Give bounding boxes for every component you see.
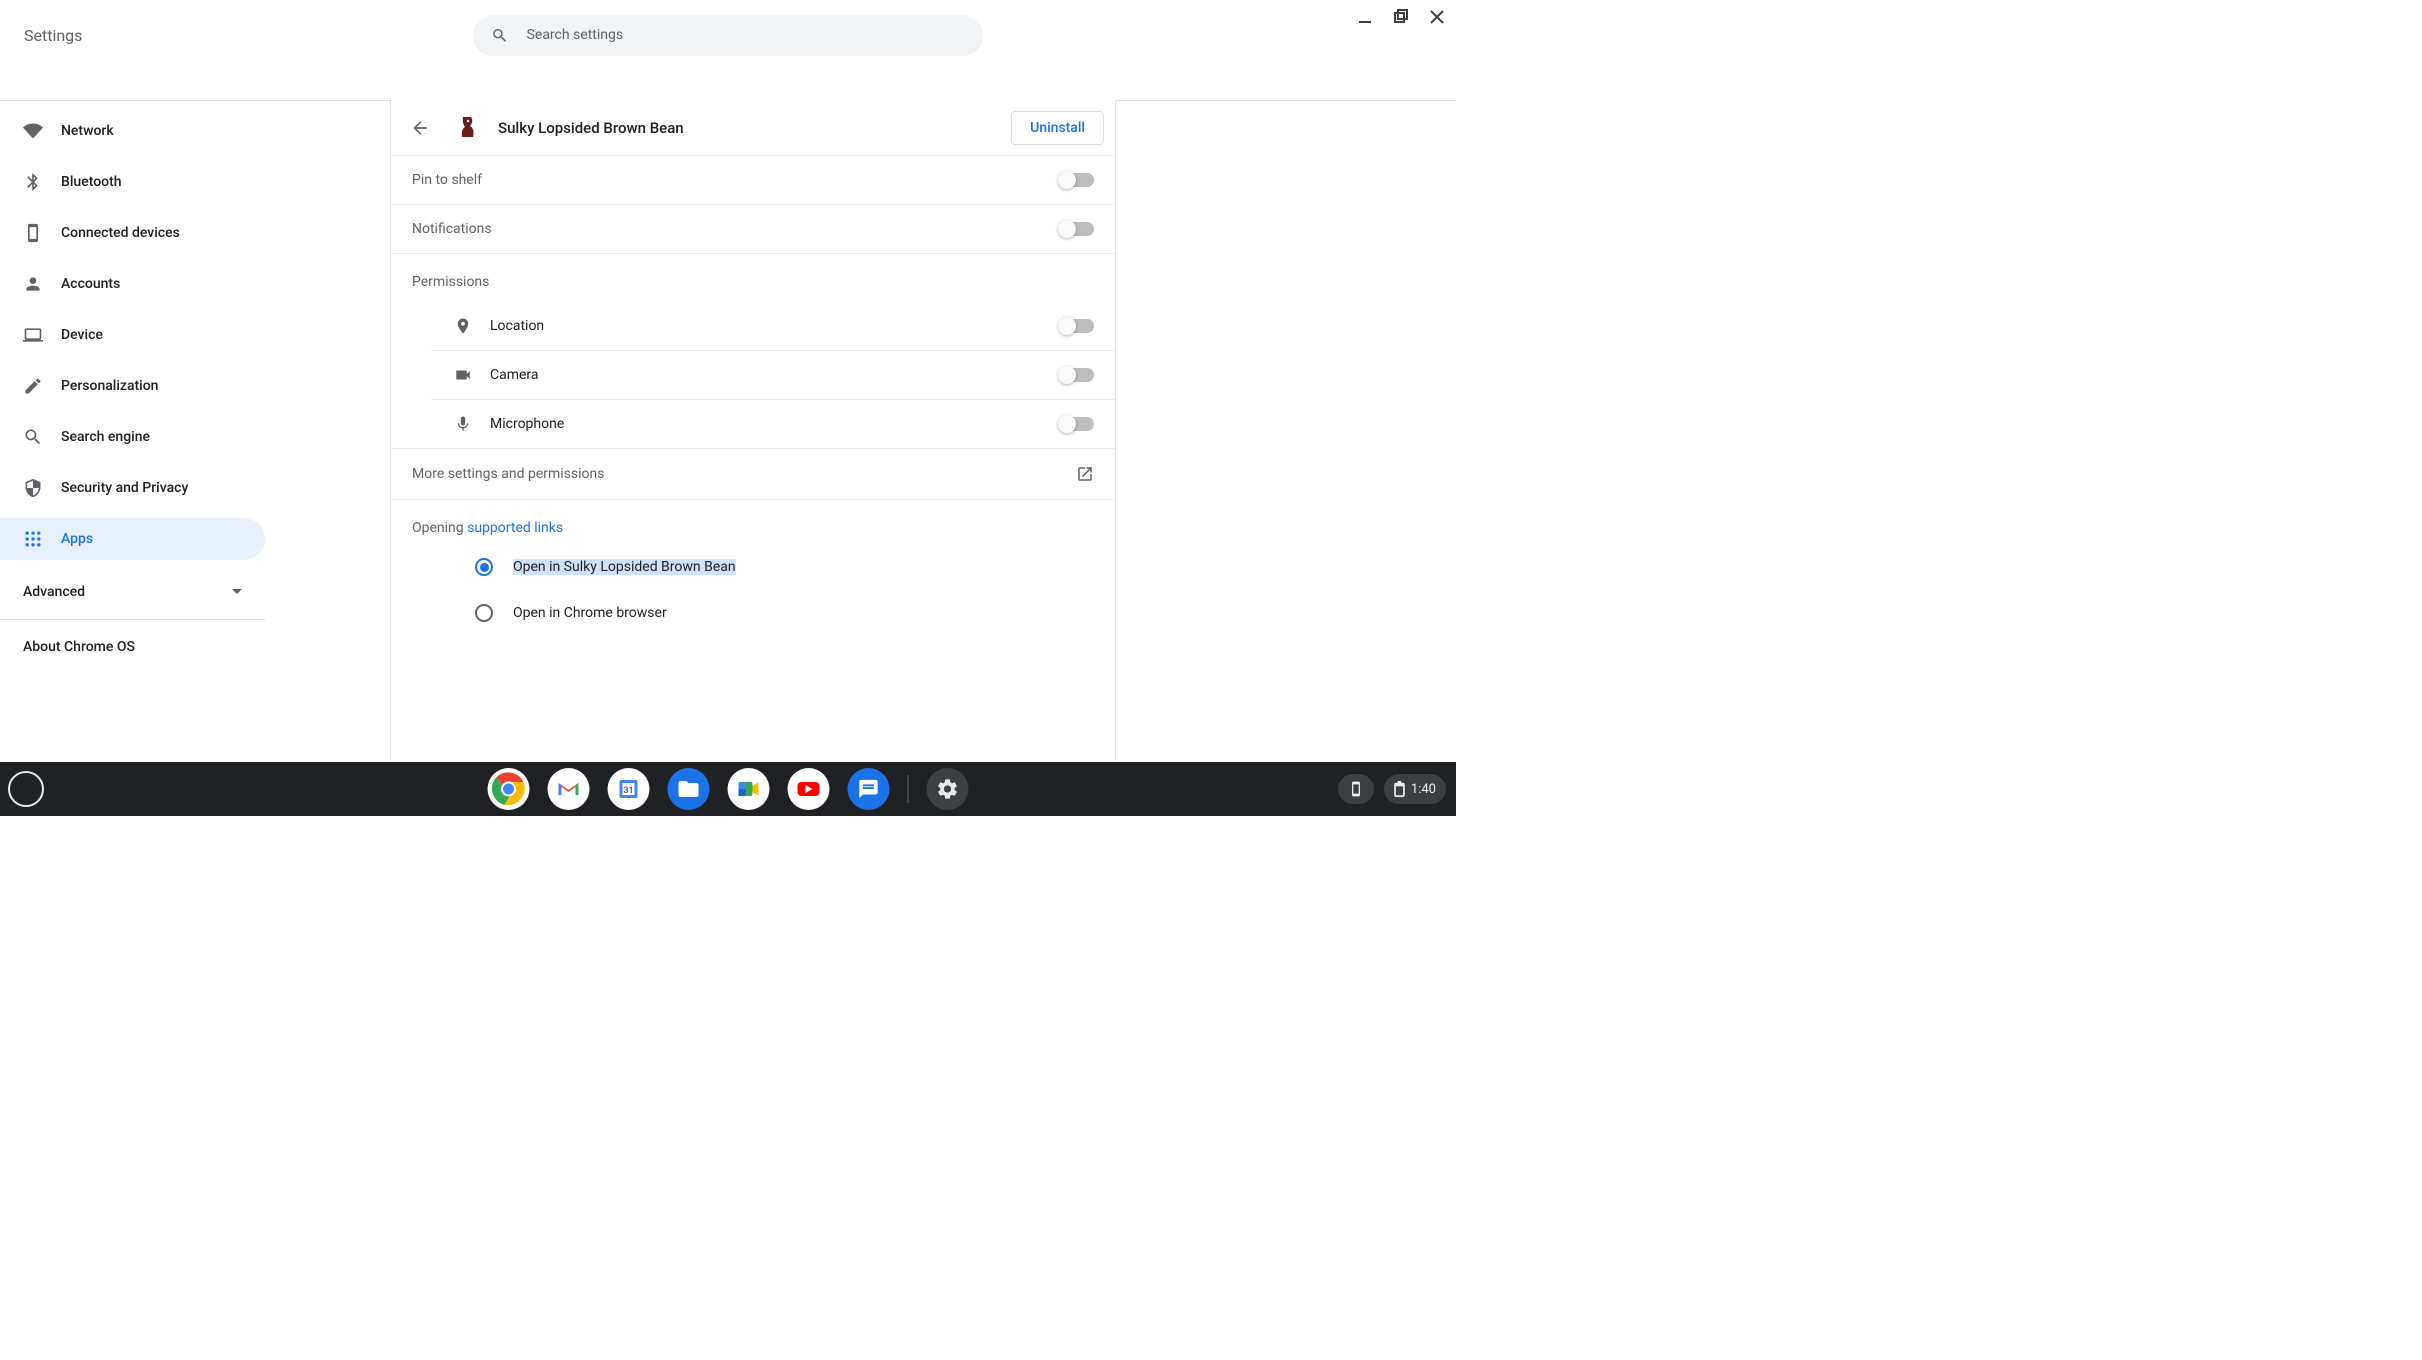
- tray-phone[interactable]: [1338, 774, 1374, 804]
- search-icon: [491, 26, 509, 45]
- open-external-icon: [1076, 465, 1094, 483]
- sidebar-item-connected-devices[interactable]: Connected devices: [0, 212, 265, 254]
- pin-to-shelf-label: Pin to shelf: [412, 172, 1060, 188]
- open-in-app-radio-row[interactable]: Open in Sulky Lopsided Brown Bean: [391, 544, 1115, 590]
- pin-to-shelf-row: Pin to shelf: [391, 156, 1115, 205]
- sidebar-item-label: Search engine: [61, 429, 150, 445]
- notifications-label: Notifications: [412, 221, 1060, 237]
- sidebar-item-label: Accounts: [61, 276, 120, 292]
- sidebar-item-accounts[interactable]: Accounts: [0, 263, 265, 305]
- clock: 1:40: [1411, 782, 1436, 797]
- more-settings-label: More settings and permissions: [412, 466, 1076, 482]
- sidebar-about-label: About Chrome OS: [23, 639, 135, 655]
- battery-icon: [1394, 781, 1405, 797]
- pin-to-shelf-toggle[interactable]: [1060, 173, 1094, 187]
- search-box[interactable]: [473, 15, 983, 56]
- shelf: 31 1:40: [0, 762, 1456, 816]
- permission-location-row: Location: [431, 302, 1115, 351]
- microphone-icon: [452, 415, 474, 433]
- person-icon: [23, 274, 43, 294]
- page-title: Settings: [24, 26, 82, 45]
- tray-status[interactable]: 1:40: [1384, 774, 1446, 804]
- laptop-icon: [23, 325, 43, 345]
- camera-icon: [452, 366, 474, 384]
- app-name: Sulky Lopsided Brown Bean: [498, 119, 1011, 137]
- permission-microphone-label: Microphone: [490, 416, 1060, 432]
- sidebar-item-security[interactable]: Security and Privacy: [0, 467, 265, 509]
- app-icon: [454, 114, 482, 142]
- launcher-button[interactable]: [8, 771, 44, 807]
- sidebar-item-apps[interactable]: Apps: [0, 518, 265, 560]
- sidebar-item-device[interactable]: Device: [0, 314, 265, 356]
- more-settings-row[interactable]: More settings and permissions: [391, 448, 1115, 500]
- supported-links-link[interactable]: supported links: [467, 520, 563, 536]
- open-in-app-radio[interactable]: [475, 558, 493, 576]
- shelf-app-youtube[interactable]: [788, 768, 830, 810]
- search-icon: [23, 427, 43, 447]
- open-in-chrome-label: Open in Chrome browser: [513, 605, 667, 621]
- location-icon: [452, 317, 474, 335]
- shelf-app-meet[interactable]: [728, 768, 770, 810]
- notifications-toggle[interactable]: [1060, 222, 1094, 236]
- phone-icon: [1348, 781, 1364, 797]
- permission-location-toggle[interactable]: [1060, 319, 1094, 333]
- svg-text:31: 31: [623, 786, 633, 796]
- permissions-title: Permissions: [391, 254, 1115, 302]
- shelf-app-settings[interactable]: [927, 768, 969, 810]
- app-detail-panel: Sulky Lopsided Brown Bean Uninstall Pin …: [390, 100, 1116, 760]
- search-input[interactable]: [527, 27, 965, 43]
- sidebar-item-label: Personalization: [61, 378, 158, 394]
- notifications-row: Notifications: [391, 205, 1115, 254]
- shelf-app-gmail[interactable]: [548, 768, 590, 810]
- open-in-chrome-radio[interactable]: [475, 604, 493, 622]
- apps-icon: [23, 529, 43, 549]
- open-in-app-label: Open in Sulky Lopsided Brown Bean: [513, 559, 736, 575]
- bluetooth-icon: [23, 172, 43, 192]
- phone-icon: [23, 223, 43, 243]
- sidebar-item-bluetooth[interactable]: Bluetooth: [0, 161, 265, 203]
- arrow-left-icon: [410, 118, 430, 138]
- permission-camera-toggle[interactable]: [1060, 368, 1094, 382]
- uninstall-button[interactable]: Uninstall: [1011, 111, 1104, 145]
- opening-links-section: Opening supported links: [391, 500, 1115, 544]
- sidebar: Network Bluetooth Connected devices Acco…: [0, 110, 265, 670]
- permission-microphone-row: Microphone: [431, 400, 1115, 448]
- sidebar-item-label: Bluetooth: [61, 174, 122, 190]
- permission-location-label: Location: [490, 318, 1060, 334]
- sidebar-item-label: Apps: [61, 531, 93, 547]
- open-in-chrome-radio-row[interactable]: Open in Chrome browser: [391, 590, 1115, 636]
- sidebar-advanced-label: Advanced: [23, 584, 85, 600]
- sidebar-item-network[interactable]: Network: [0, 110, 265, 152]
- sidebar-item-label: Device: [61, 327, 103, 343]
- permission-microphone-toggle[interactable]: [1060, 417, 1094, 431]
- back-button[interactable]: [402, 110, 438, 146]
- sidebar-item-personalization[interactable]: Personalization: [0, 365, 265, 407]
- shelf-app-messages[interactable]: [848, 768, 890, 810]
- permission-camera-label: Camera: [490, 367, 1060, 383]
- sidebar-about[interactable]: About Chrome OS: [0, 624, 265, 670]
- shelf-app-calendar[interactable]: 31: [608, 768, 650, 810]
- permission-camera-row: Camera: [431, 351, 1115, 400]
- edit-icon: [23, 376, 43, 396]
- shield-icon: [23, 478, 43, 498]
- sidebar-advanced[interactable]: Advanced: [0, 569, 265, 615]
- chevron-down-icon: [232, 589, 242, 595]
- sidebar-item-label: Connected devices: [61, 225, 180, 241]
- sidebar-item-search-engine[interactable]: Search engine: [0, 416, 265, 458]
- shelf-app-files[interactable]: [668, 768, 710, 810]
- sidebar-item-label: Security and Privacy: [61, 480, 188, 496]
- opening-prefix: Opening: [412, 520, 467, 536]
- wifi-icon: [23, 121, 43, 141]
- sidebar-item-label: Network: [61, 123, 114, 139]
- shelf-app-chrome[interactable]: [488, 768, 530, 810]
